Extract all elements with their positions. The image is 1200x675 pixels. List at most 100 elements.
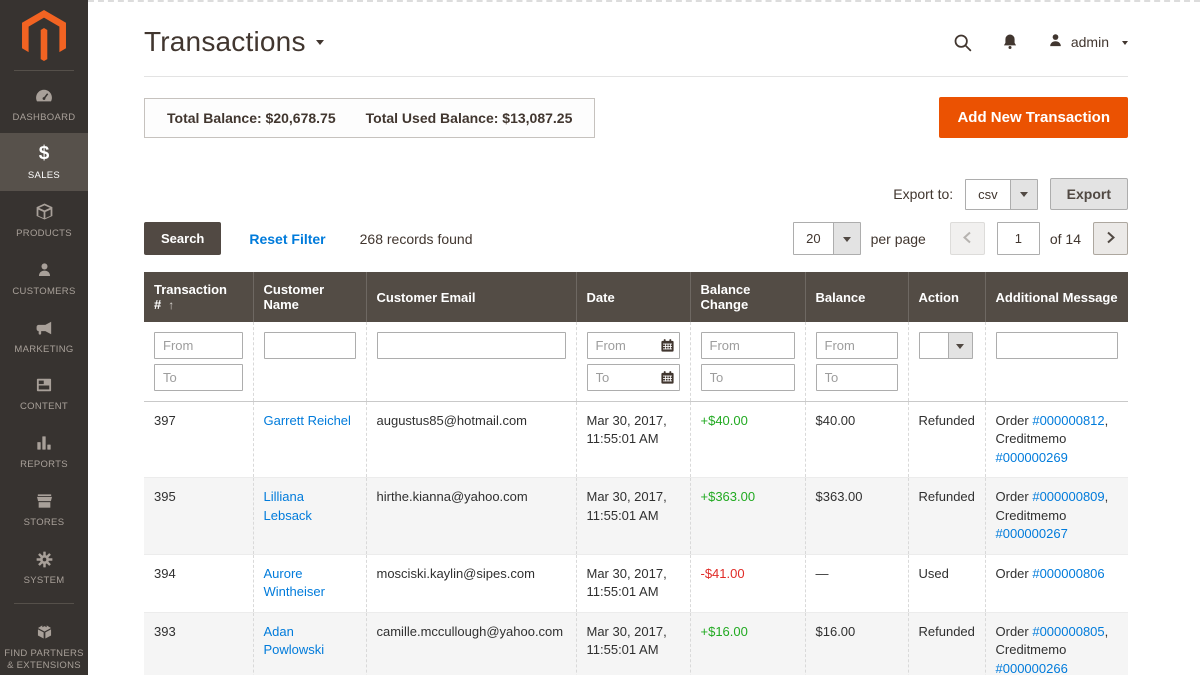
filter-cell-date [575, 322, 690, 402]
previous-page-button[interactable] [949, 222, 985, 255]
balance-change-value: +$16.00 [700, 623, 748, 639]
customer-name-link[interactable]: Adan Powlowski [264, 624, 325, 657]
sidebar-item-label: PRODUCTS [16, 227, 72, 239]
filter-balance-from-input[interactable] [815, 332, 898, 359]
page-number-input[interactable] [996, 222, 1040, 255]
filter-additional-message-input[interactable] [995, 332, 1118, 359]
column-label: Customer Email [376, 289, 476, 305]
cell-additional-message: Order #000000806 [984, 554, 1128, 613]
filter-transaction-to-input[interactable] [154, 364, 243, 391]
document-number-link[interactable]: #000000266 [996, 661, 1068, 675]
header-actions: admin [952, 32, 1128, 53]
column-header-additional-message[interactable]: Additional Message [984, 272, 1128, 322]
reports-icon [34, 432, 54, 454]
transactions-table: Transaction # ↑ Customer Name Customer Emai… [144, 272, 1128, 675]
next-page-button[interactable] [1093, 222, 1128, 255]
table-row[interactable]: 397 Garrett Reichel augustus85@hotmail.com… [144, 401, 1128, 478]
page-title[interactable]: Transactions [144, 26, 324, 58]
sidebar-divider [14, 602, 74, 604]
document-number-link[interactable]: #000000267 [996, 526, 1068, 541]
column-header-customer-email[interactable]: Customer Email [365, 272, 576, 322]
sidebar-item-label: SYSTEM [23, 575, 65, 586]
cell-action: Refunded [907, 401, 985, 478]
sidebar-item-marketing[interactable]: MARKETING [0, 307, 88, 365]
filter-cell-customer-name [252, 322, 366, 402]
column-header-date[interactable]: Date [575, 272, 690, 322]
add-new-transaction-button[interactable]: Add New Transaction [939, 97, 1128, 138]
sidebar-item-dashboard[interactable]: DASHBOARD [0, 75, 88, 133]
cell-customer-name: Aurore Wintheiser [252, 554, 366, 613]
sidebar-item-products[interactable]: PRODUCTS [0, 191, 88, 249]
export-button[interactable]: Export [1049, 178, 1128, 210]
sidebar-item-content[interactable]: CONTENT [0, 364, 88, 422]
document-number-link[interactable]: #000000809 [1032, 489, 1104, 504]
magento-logo-icon [22, 9, 66, 61]
cell-balance-change: +$40.00 [689, 401, 805, 478]
cell-additional-message: Order #000000805, Creditmemo #000000266 [984, 612, 1128, 675]
column-header-balance[interactable]: Balance [804, 272, 908, 322]
column-header-transaction[interactable]: Transaction # ↑ [144, 272, 253, 322]
cell-customer-name: Garrett Reichel [252, 401, 366, 478]
per-page-select[interactable]: 20 [793, 222, 861, 255]
filter-action-select[interactable] [918, 332, 973, 359]
export-format-select[interactable]: csv [965, 178, 1038, 210]
admin-account-menu[interactable]: admin [1047, 32, 1128, 52]
sidebar-item-reports[interactable]: REPORTS [0, 422, 88, 480]
document-number-link[interactable]: #000000806 [1032, 566, 1104, 581]
sidebar-item-customers[interactable]: CUSTOMERS [0, 249, 88, 307]
sidebar-item-label: REPORTS [20, 459, 68, 471]
balance-change-value: +$363.00 [700, 489, 756, 505]
search-button[interactable]: Search [144, 222, 222, 255]
main-content: Transactions admin Total Balance: $20,67… [88, 0, 1200, 675]
sidebar-item-sales[interactable]: $ SALES [0, 132, 88, 191]
notifications-bell-icon[interactable] [1000, 32, 1020, 52]
calendar-icon[interactable] [660, 338, 675, 353]
filter-balance-to-input[interactable] [815, 364, 898, 391]
cell-action: Used [907, 554, 985, 613]
customer-name-link[interactable]: Aurore Wintheiser [264, 566, 325, 599]
sidebar-item-stores[interactable]: STORES [0, 480, 88, 538]
column-header-balance-change[interactable]: Balance Change [689, 272, 805, 322]
table-row[interactable]: 394 Aurore Wintheiser mosciski.kaylin@sipe… [144, 554, 1128, 613]
filter-transaction-from-input[interactable] [154, 332, 243, 359]
filter-customer-name-input[interactable] [263, 332, 356, 359]
chevron-down-icon [947, 333, 972, 358]
filter-cell-action [907, 322, 985, 402]
column-header-customer-name[interactable]: Customer Name [252, 272, 366, 322]
reset-filter-link[interactable]: Reset Filter [249, 231, 325, 247]
sidebar-item-system[interactable]: SYSTEM [0, 538, 88, 596]
column-label: Transaction # [154, 282, 227, 312]
total-balance-label: Total Balance: [167, 109, 262, 126]
per-page-value: 20 [806, 231, 821, 246]
filter-balance-change-from-input[interactable] [700, 332, 795, 359]
table-row[interactable]: 395 Lilliana Lebsack hirthe.kianna@yahoo.c… [144, 477, 1128, 555]
filter-balance-change-to-input[interactable] [700, 364, 795, 391]
cell-date: Mar 30, 2017, 11:55:01 AM [575, 477, 690, 555]
sidebar-item-label: DASHBOARD [12, 112, 76, 123]
sales-icon: $ [38, 143, 50, 165]
document-number-link[interactable]: #000000269 [996, 450, 1068, 465]
magento-logo[interactable] [0, 0, 88, 70]
sidebar-item-find-partners[interactable]: FIND PARTNERS & EXTENSIONS [0, 611, 88, 675]
total-used-balance-value: $13,087.25 [502, 109, 573, 126]
filter-cell-customer-email [365, 322, 576, 402]
filter-customer-email-input[interactable] [376, 332, 566, 359]
app-window: DASHBOARD $ SALES PRODUCTS CUSTOMERS MARKETIN… [0, 0, 1200, 675]
filter-cell-additional-message [984, 322, 1128, 402]
cell-transaction-id: 395 [154, 489, 176, 505]
export-to-label: Export to: [893, 186, 954, 202]
table-row[interactable]: 393 Adan Powlowski camille.mccullough@yaho… [144, 612, 1128, 675]
document-number-link[interactable]: #000000812 [1032, 413, 1104, 428]
column-label: Balance [815, 289, 866, 305]
column-label: Action [918, 289, 959, 305]
calendar-icon[interactable] [660, 370, 675, 385]
cell-balance: $363.00 [804, 477, 908, 555]
cell-additional-message: Order #000000809, Creditmemo #000000267 [984, 477, 1128, 555]
customer-name-link[interactable]: Garrett Reichel [264, 413, 351, 428]
document-number-link[interactable]: #000000805 [1032, 624, 1104, 639]
column-header-action[interactable]: Action [907, 272, 985, 322]
search-icon[interactable] [952, 32, 973, 53]
customer-name-link[interactable]: Lilliana Lebsack [264, 489, 312, 522]
system-icon [34, 548, 55, 570]
cell-transaction-id: 394 [154, 565, 176, 581]
